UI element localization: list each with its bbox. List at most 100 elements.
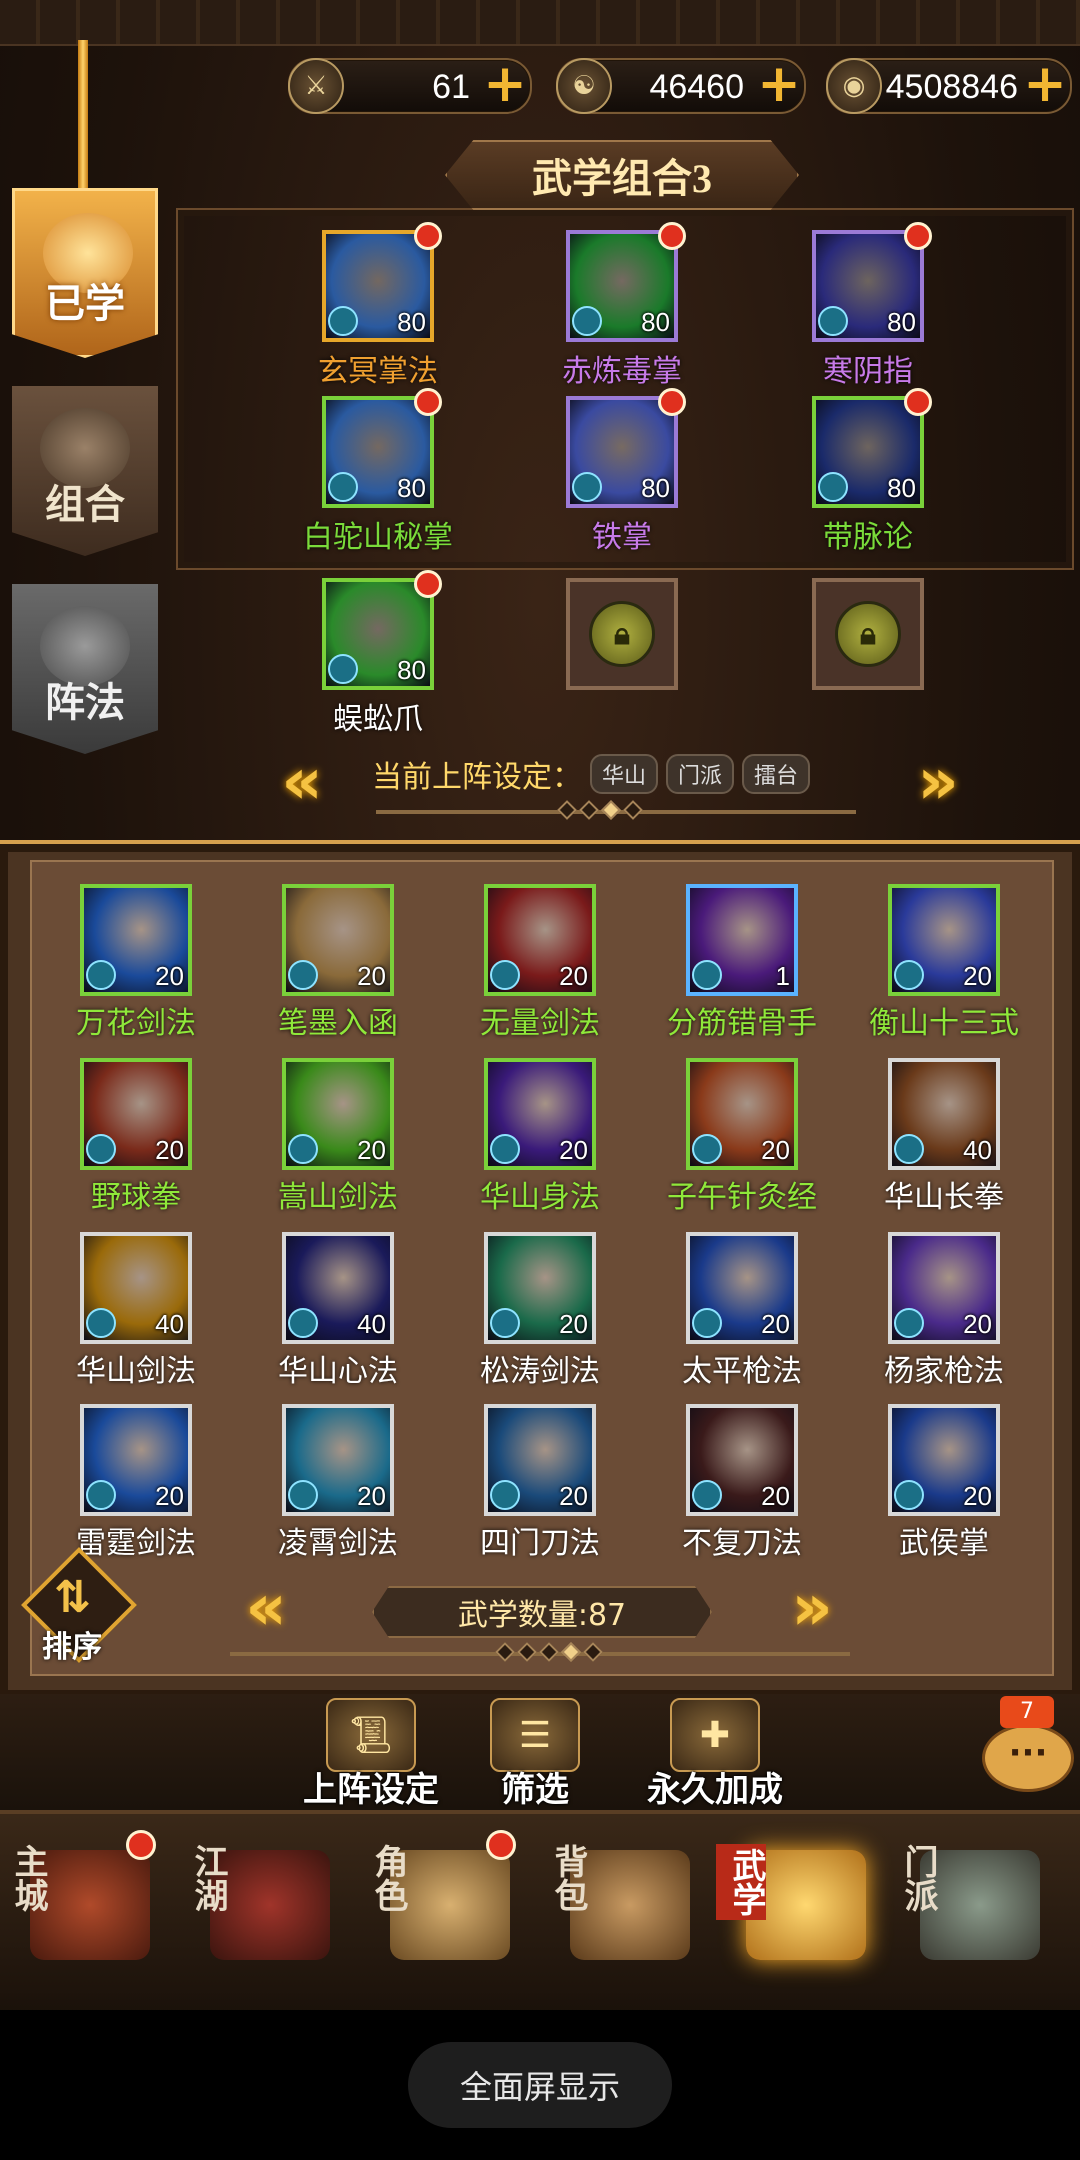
- element-badge-icon: [328, 306, 358, 336]
- combo-skill-name: 玄冥掌法: [318, 354, 438, 389]
- nav-character-alert-dot: [486, 1830, 516, 1860]
- nav-bag[interactable]: 背包: [540, 1830, 710, 2000]
- tab-formation[interactable]: 阵法: [12, 584, 158, 754]
- element-badge-icon: [86, 1480, 116, 1510]
- element-badge-icon: [86, 960, 116, 990]
- next-page-arrow[interactable]: »: [782, 1576, 842, 1640]
- skill-level: 40: [155, 1309, 184, 1339]
- prev-preset-arrow[interactable]: «: [272, 750, 332, 814]
- library-skill-icon[interactable]: 20: [282, 1404, 394, 1516]
- locked-slot[interactable]: 🔒︎: [812, 578, 924, 690]
- lineup-setting-label: 上阵设定: [303, 1770, 439, 1810]
- combo-skill-icon[interactable]: 80: [566, 222, 686, 342]
- library-skill-icon[interactable]: 20: [686, 1232, 798, 1344]
- prev-page-arrow[interactable]: «: [236, 1576, 296, 1640]
- preset-label: 当前上阵设定：: [372, 760, 582, 795]
- fullscreen-display-label: 全面屏显示: [459, 2068, 620, 2106]
- fullscreen-display-button[interactable]: 全面屏显示: [408, 2042, 672, 2128]
- nav-bag-label: 背包: [549, 1844, 586, 1912]
- library-skill-name: 武侯掌: [899, 1526, 989, 1561]
- library-skill-icon[interactable]: 40: [888, 1058, 1000, 1170]
- nav-sect[interactable]: 门派: [890, 1830, 1060, 2000]
- chat-button[interactable]: ··· 7: [982, 1696, 1074, 1792]
- combo-skill-icon[interactable]: 80: [322, 388, 442, 508]
- tab-learned[interactable]: 已学: [12, 188, 158, 358]
- skill-alert-dot: [904, 388, 932, 416]
- preset-page-dot: [579, 800, 599, 820]
- tab-combo[interactable]: 组合: [12, 386, 158, 556]
- library-skill-icon[interactable]: 20: [686, 1058, 798, 1170]
- tab-learned-label: 已学: [45, 281, 125, 326]
- preset-chip-sect[interactable]: 门派: [666, 754, 735, 794]
- skill-alert-dot: [658, 388, 686, 416]
- combo-skill-icon[interactable]: 80: [812, 222, 932, 342]
- library-skill-icon[interactable]: 40: [282, 1232, 394, 1344]
- combo-skill-icon[interactable]: 80: [322, 222, 442, 342]
- palace-icon: [30, 1850, 150, 1960]
- lineup-setting-button[interactable]: 📜︎ 上阵设定: [296, 1698, 446, 1811]
- element-badge-icon: [86, 1308, 116, 1338]
- preset-page-dot: [623, 800, 643, 820]
- library-skill-icon[interactable]: 20: [484, 1232, 596, 1344]
- library-skill-icon[interactable]: 20: [484, 1404, 596, 1516]
- library-skill-icon[interactable]: 20: [80, 1404, 192, 1516]
- library-skill-icon[interactable]: 20: [686, 1404, 798, 1516]
- add-yinyang-coin-button[interactable]: +: [756, 58, 802, 110]
- nav-martial-arts[interactable]: 武学: [716, 1830, 886, 2000]
- library-skill-name: 松涛剑法: [480, 1354, 600, 1389]
- library-skill-icon[interactable]: 1: [686, 884, 798, 996]
- permanent-bonus-button[interactable]: ✚ 永久加成: [640, 1698, 790, 1811]
- sort-button[interactable]: ⇅ 排序: [21, 1547, 137, 1665]
- element-badge-icon: [894, 1308, 924, 1338]
- nav-jianghu-label: 江湖: [189, 1844, 226, 1912]
- preset-chip-arena[interactable]: 擂台: [742, 754, 811, 794]
- element-badge-icon: [328, 472, 358, 502]
- filter-button[interactable]: ☰ 筛选: [480, 1698, 590, 1811]
- element-badge-icon: [288, 1480, 318, 1510]
- filter-icon: ☰: [490, 1698, 580, 1772]
- chat-badge: 7: [1000, 1696, 1054, 1728]
- skill-count-plate: 武学数量:87: [372, 1586, 712, 1638]
- nav-character[interactable]: 角色: [360, 1830, 530, 2000]
- library-skill-icon[interactable]: 20: [80, 884, 192, 996]
- library-skill-icon[interactable]: 40: [80, 1232, 192, 1344]
- skill-level: 80: [887, 307, 916, 337]
- library-skill-name: 凌霄剑法: [278, 1526, 398, 1561]
- sword-token-value: 61: [432, 68, 470, 106]
- library-skill-name: 太平枪法: [682, 1354, 802, 1389]
- library-skill-icon[interactable]: 20: [80, 1058, 192, 1170]
- library-skill-icon[interactable]: 20: [484, 884, 596, 996]
- nav-jianghu[interactable]: 江湖: [180, 1830, 350, 2000]
- nav-sect-label: 门派: [899, 1844, 936, 1912]
- skill-level: 20: [761, 1481, 790, 1511]
- next-preset-arrow[interactable]: »: [908, 750, 968, 814]
- library-skill-icon[interactable]: 20: [282, 1058, 394, 1170]
- element-badge-icon: [894, 1480, 924, 1510]
- add-silver-coin-button[interactable]: +: [1022, 58, 1068, 110]
- element-badge-icon: [572, 306, 602, 336]
- skill-alert-dot: [658, 222, 686, 250]
- library-skill-icon[interactable]: 20: [282, 884, 394, 996]
- nav-main-city-label: 主城: [9, 1844, 46, 1912]
- element-badge-icon: [894, 1134, 924, 1164]
- combo-skill-icon[interactable]: 80: [566, 388, 686, 508]
- combo-skill-icon[interactable]: 80: [322, 570, 442, 690]
- skill-alert-dot: [414, 570, 442, 598]
- preset-chip-huashan[interactable]: 华山: [590, 754, 659, 794]
- library-skill-icon[interactable]: 20: [484, 1058, 596, 1170]
- skill-level: 20: [357, 961, 386, 991]
- yinyang-coin-icon: ☯: [556, 58, 612, 114]
- library-skill-name: 华山心法: [278, 1354, 398, 1389]
- nav-main-city[interactable]: 主城: [0, 1830, 170, 2000]
- library-skill-name: 华山长拳: [884, 1180, 1004, 1215]
- combo-skill-name: 赤炼毒掌: [562, 354, 682, 389]
- combo-skill-icon[interactable]: 80: [812, 388, 932, 508]
- library-skill-icon[interactable]: 20: [888, 1404, 1000, 1516]
- element-badge-icon: [692, 960, 722, 990]
- add-sword-token-button[interactable]: +: [482, 58, 528, 110]
- element-badge-icon: [490, 1134, 520, 1164]
- yinyang-coin-value: 46460: [649, 68, 744, 106]
- library-skill-icon[interactable]: 20: [888, 1232, 1000, 1344]
- library-skill-icon[interactable]: 20: [888, 884, 1000, 996]
- locked-slot[interactable]: 🔒︎: [566, 578, 678, 690]
